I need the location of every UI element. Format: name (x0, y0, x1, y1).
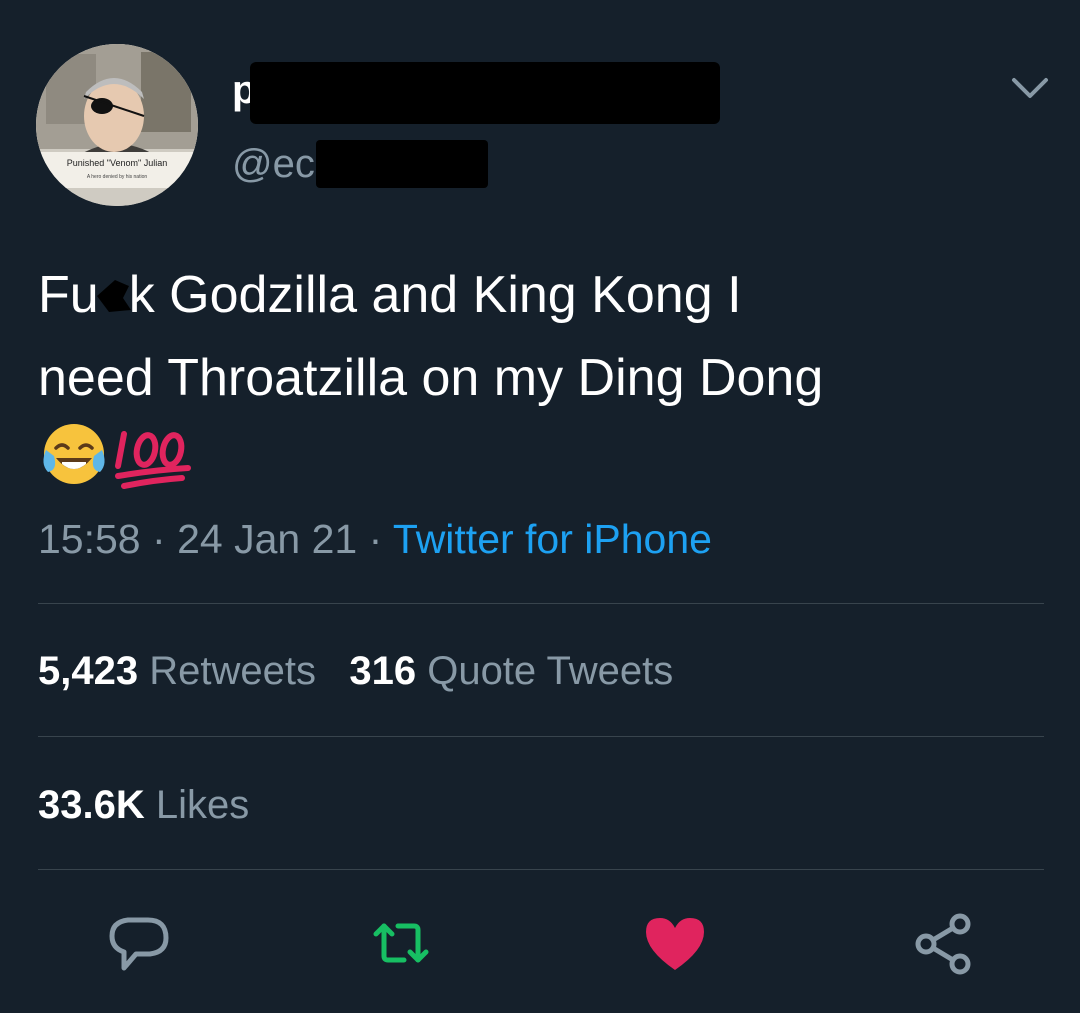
reply-icon[interactable] (104, 908, 174, 978)
separator: · (152, 516, 166, 562)
tweet-text: Fu k Godzilla and King Kong I need Throat… (38, 254, 1048, 420)
retweet-icon[interactable] (366, 908, 436, 978)
tweet-source-link[interactable]: Twitter for iPhone (393, 516, 712, 562)
tweet-text-fragment: Fu (38, 266, 99, 324)
hundred-points-icon (115, 431, 192, 489)
avatar[interactable]: Punished "Venom" Julian A hero denied by… (36, 44, 198, 206)
quote-tweets-stat[interactable]: 316 Quote Tweets (349, 649, 673, 693)
tweet-text-fragment: k Godzilla and King Kong I (128, 266, 742, 324)
censor-mark (96, 280, 131, 312)
quotes-count: 316 (349, 649, 417, 693)
tweet-time: 15:58 (38, 516, 141, 562)
user-handle[interactable]: @ec (232, 140, 315, 188)
tweet-date: 24 Jan 21 (177, 516, 358, 562)
quotes-label: Quote Tweets (427, 649, 674, 693)
tweet-meta: 15:58 · 24 Jan 21 · Twitter for iPhone (38, 514, 712, 564)
emoji-row (38, 418, 194, 490)
likes-label: Likes (155, 783, 250, 827)
redaction-bar (250, 62, 720, 124)
avatar-caption: Punished "Venom" Julian (67, 158, 167, 168)
tweet-text-line: Fu k Godzilla and King Kong I (38, 254, 1048, 337)
divider (38, 736, 1044, 737)
retweets-stat[interactable]: 5,423 Retweets (38, 649, 316, 693)
like-icon[interactable] (640, 908, 710, 978)
stats-row: 5,423 Retweets 316 Quote Tweets (38, 646, 673, 696)
likes-stat[interactable]: 33.6K Likes (38, 780, 249, 830)
redaction-bar (316, 140, 488, 188)
retweets-label: Retweets (149, 649, 316, 693)
face-with-tears-of-joy-icon (43, 424, 105, 484)
tweet-detail: Punished "Venom" Julian A hero denied by… (0, 0, 1080, 1013)
share-icon[interactable] (908, 908, 978, 978)
chevron-down-icon[interactable] (1008, 70, 1052, 106)
divider (38, 869, 1044, 870)
tweet-text-line: need Throatzilla on my Ding Dong (38, 349, 824, 407)
retweets-count: 5,423 (38, 649, 139, 693)
likes-count: 33.6K (38, 783, 145, 827)
separator: · (368, 516, 383, 562)
avatar-image: Punished "Venom" Julian A hero denied by… (36, 44, 198, 206)
divider (38, 603, 1044, 604)
avatar-subcaption: A hero denied by his nation (87, 174, 148, 180)
